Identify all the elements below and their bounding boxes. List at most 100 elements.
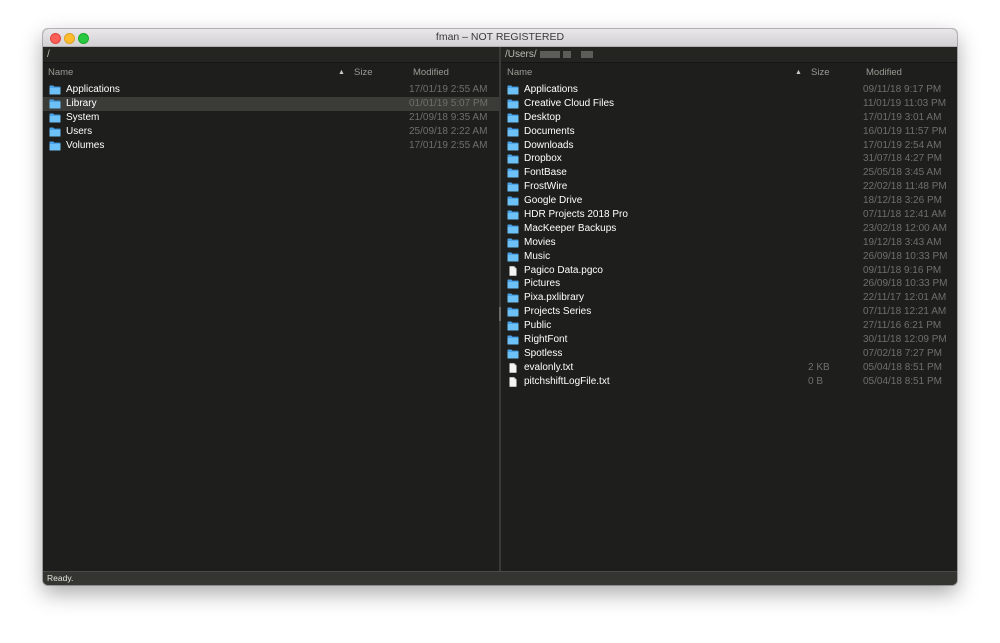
title-bar[interactable]: fman – NOT REGISTERED	[43, 29, 957, 47]
folder-icon	[507, 141, 519, 151]
file-modified-date: 30/11/18 12:09 PM	[863, 334, 947, 346]
file-modified-date: 17/01/19 2:55 AM	[409, 84, 488, 95]
file-modified-date: 17/01/19 2:55 AM	[409, 139, 488, 151]
file-modified-date: 31/07/18 4:27 PM	[863, 153, 942, 165]
file-row[interactable]: Pagico Data.pgco 09/11/18 9:16 PM	[501, 264, 957, 278]
file-size: 0 B	[808, 375, 824, 387]
file-row[interactable]: Volumes 17/01/19 2:55 AM	[43, 139, 499, 153]
file-name: Spotless	[524, 347, 563, 359]
fman-window: fman – NOT REGISTERED / Name ▲ Size Modi…	[43, 29, 957, 585]
file-row[interactable]: FontBase 25/05/18 3:45 AM	[501, 166, 957, 180]
file-row[interactable]: HDR Projects 2018 Pro 07/11/18 12:41 AM	[501, 208, 957, 222]
file-row[interactable]: Users 25/09/18 2:22 AM	[43, 125, 499, 139]
left-modified-column-header[interactable]: Modified	[413, 64, 449, 81]
file-row[interactable]: Pixa.pxlibrary 22/11/17 12:01 AM	[501, 291, 957, 305]
file-name: RightFont	[524, 334, 568, 346]
file-row[interactable]: RightFont 30/11/18 12:09 PM	[501, 333, 957, 347]
left-path-bar[interactable]: /	[43, 47, 499, 63]
file-name: FrostWire	[524, 181, 568, 193]
file-name: Pixa.pxlibrary	[524, 292, 585, 304]
folder-icon	[507, 349, 519, 359]
file-name: Applications	[524, 84, 578, 95]
file-name: HDR Projects 2018 Pro	[524, 209, 628, 221]
file-name: Public	[524, 320, 552, 332]
file-modified-date: 17/01/19 3:01 AM	[863, 111, 942, 123]
file-row[interactable]: Desktop 17/01/19 3:01 AM	[501, 111, 957, 125]
file-row[interactable]: Pictures 26/09/18 10:33 PM	[501, 277, 957, 291]
folder-icon	[507, 252, 519, 262]
file-name: pitchshiftLogFile.txt	[524, 375, 610, 387]
file-row[interactable]: MacKeeper Backups 23/02/18 12:00 AM	[501, 222, 957, 236]
right-modified-column-header[interactable]: Modified	[866, 64, 902, 81]
folder-icon	[507, 335, 519, 345]
file-name: Music	[524, 250, 551, 262]
file-icon	[507, 376, 519, 387]
left-pane[interactable]: / Name ▲ Size Modified Applications 17/01…	[43, 47, 499, 572]
right-path-bar[interactable]: /Users/	[501, 47, 957, 63]
file-row[interactable]: FrostWire 22/02/18 11:48 PM	[501, 180, 957, 194]
left-name-column-header[interactable]: Name	[48, 64, 73, 81]
file-modified-date: 05/04/18 8:51 PM	[863, 361, 942, 373]
file-row[interactable]: Music 26/09/18 10:33 PM	[501, 250, 957, 264]
file-icon	[507, 265, 519, 276]
right-column-header: Name ▲ Size Modified	[501, 64, 957, 81]
file-modified-date: 21/09/18 9:35 AM	[409, 111, 488, 123]
file-row[interactable]: Dropbox 31/07/18 4:27 PM	[501, 152, 957, 166]
file-row[interactable]: Downloads 17/01/19 2:54 AM	[501, 139, 957, 153]
file-modified-date: 11/01/19 11:03 PM	[863, 97, 947, 109]
redacted-username-block	[539, 50, 560, 58]
folder-icon	[49, 141, 61, 151]
sort-ascending-icon[interactable]: ▲	[795, 64, 802, 81]
right-pane[interactable]: /Users/ Name ▲ Size Modified Application…	[501, 47, 957, 572]
left-file-list: Applications 17/01/19 2:55 AM Library 01/01…	[43, 83, 499, 152]
file-modified-date: 05/04/18 8:51 PM	[863, 375, 942, 387]
right-name-column-header[interactable]: Name	[507, 64, 532, 81]
folder-icon	[507, 224, 519, 234]
file-name: evalonly.txt	[524, 361, 574, 373]
file-row[interactable]: Spotless 07/02/18 7:27 PM	[501, 347, 957, 361]
folder-icon	[507, 113, 519, 123]
file-name: Dropbox	[524, 153, 562, 165]
file-name: Projects Series	[524, 306, 592, 318]
file-row[interactable]: Public 27/11/16 6:21 PM	[501, 319, 957, 333]
file-name: Creative Cloud Files	[524, 97, 615, 109]
file-name: Library	[66, 97, 97, 109]
right-size-column-header[interactable]: Size	[811, 64, 829, 81]
file-name: Google Drive	[524, 195, 583, 207]
file-row[interactable]: Google Drive 18/12/18 3:26 PM	[501, 194, 957, 208]
folder-icon	[507, 182, 519, 192]
file-row[interactable]: evalonly.txt 2 KB 05/04/18 8:51 PM	[501, 361, 957, 375]
file-row[interactable]: Creative Cloud Files 11/01/19 11:03 PM	[501, 97, 957, 111]
file-row[interactable]: pitchshiftLogFile.txt 0 B 05/04/18 8:51 PM	[501, 375, 957, 389]
file-modified-date: 25/05/18 3:45 AM	[863, 167, 942, 179]
file-name: System	[66, 111, 100, 123]
file-icon	[507, 363, 519, 373]
file-row[interactable]: Applications 17/01/19 2:55 AM	[43, 83, 499, 97]
file-name: FontBase	[524, 167, 567, 179]
file-modified-date: 09/11/18 9:17 PM	[863, 84, 942, 95]
file-modified-date: 09/11/18 9:16 PM	[863, 264, 942, 276]
file-name: Pictures	[524, 278, 561, 290]
file-row[interactable]: Applications 09/11/18 9:17 PM	[501, 83, 957, 97]
left-size-column-header[interactable]: Size	[354, 64, 372, 81]
file-name: Users	[66, 125, 93, 137]
file-row[interactable]: Library 01/01/19 5:07 PM	[43, 96, 499, 111]
file-row[interactable]: Documents 16/01/19 11:57 PM	[501, 125, 957, 139]
file-row[interactable]: Projects Series 07/11/18 12:21 AM	[501, 305, 957, 319]
folder-icon	[507, 168, 519, 178]
file-modified-date: 27/11/16 6:21 PM	[863, 320, 942, 332]
file-modified-date: 19/12/18 3:43 AM	[863, 236, 942, 248]
file-row[interactable]: System 21/09/18 9:35 AM	[43, 111, 499, 125]
folder-icon	[507, 307, 519, 317]
file-modified-date: 23/02/18 12:00 AM	[863, 222, 947, 234]
sort-ascending-icon[interactable]: ▲	[338, 64, 345, 81]
left-column-header: Name ▲ Size Modified	[43, 64, 499, 81]
file-modified-date: 26/09/18 10:33 PM	[863, 278, 948, 290]
file-modified-date: 22/11/17 12:01 AM	[863, 292, 947, 304]
folder-icon	[507, 293, 519, 303]
folder-icon	[507, 85, 519, 95]
file-row[interactable]: Movies 19/12/18 3:43 AM	[501, 236, 957, 250]
file-name: Downloads	[524, 139, 574, 151]
file-name: Volumes	[66, 139, 105, 151]
folder-icon	[507, 127, 519, 137]
